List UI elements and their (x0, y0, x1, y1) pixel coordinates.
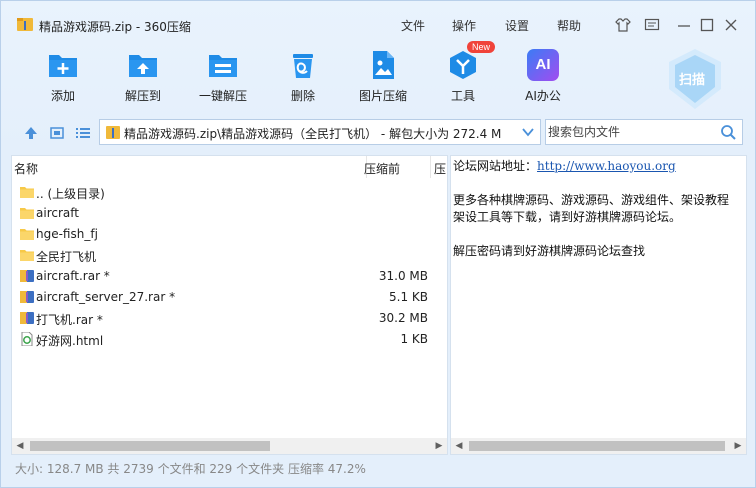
file-list-pane: 名称 压缩前 压 .. (上级目录) aircraft hge-fish_fj 全民打… (11, 155, 448, 455)
search-input[interactable] (546, 120, 716, 144)
column-header-name[interactable]: 名称 (14, 160, 38, 177)
column-separator[interactable] (430, 156, 431, 178)
new-badge: New (467, 41, 496, 53)
file-name: 打飞机.rar * (36, 313, 103, 327)
delete-button[interactable]: 删除 (273, 49, 333, 104)
archive-path: 精品游戏源码.zip\精品游戏源码（全民打飞机） - 解包大小为 272.4 M (124, 127, 502, 141)
forum-label: 论坛网站地址： (453, 159, 538, 173)
one-click-extract-label: 一键解压 (198, 89, 247, 103)
file-size: 5.1 KB (389, 290, 428, 304)
maximize-icon[interactable] (699, 17, 715, 33)
close-icon[interactable] (723, 17, 739, 33)
add-label: 添加 (50, 89, 75, 103)
column-header-compressed-size[interactable]: 压 (434, 160, 446, 177)
rar-archive-icon (20, 311, 34, 325)
image-compress-button[interactable]: 图片压缩 (353, 49, 413, 104)
one-click-extract-button[interactable]: 一键解压 (193, 49, 253, 104)
file-name: aircraft (36, 206, 79, 220)
scroll-right-icon[interactable]: ▶ (732, 440, 744, 452)
folder-row[interactable]: .. (上级目录) (16, 182, 436, 203)
search-box[interactable] (545, 119, 743, 145)
file-name: 好游网.html (36, 334, 104, 348)
tools-label: 工具 (450, 89, 475, 103)
address-bar[interactable]: 精品游戏源码.zip\精品游戏源码（全民打飞机） - 解包大小为 272.4 M (99, 119, 541, 145)
image-compress-icon (373, 51, 394, 79)
menu-operation[interactable]: 操作 (452, 17, 476, 34)
zip-archive-icon (17, 18, 33, 31)
file-name: aircraft.rar * (36, 269, 110, 283)
folder-icon (20, 206, 34, 220)
menu-help[interactable]: 帮助 (557, 17, 581, 34)
file-size: 1 KB (400, 332, 428, 346)
tools-icon (450, 51, 476, 79)
file-row[interactable]: aircraft_server_27.rar * 5.1 KB (16, 287, 436, 308)
chevron-down-icon[interactable] (522, 127, 534, 137)
skin-icon[interactable] (615, 17, 631, 33)
column-header-original-size[interactable]: 压缩前 (364, 160, 400, 177)
image-compress-label: 图片压缩 (358, 89, 407, 103)
status-bar-text: 大小: 128.7 MB 共 2739 个文件和 229 个文件夹 压缩率 47… (15, 462, 366, 476)
add-button[interactable]: 添加 (33, 49, 93, 104)
ai-office-icon: AI (527, 49, 559, 81)
one-click-extract-icon (209, 55, 237, 77)
file-name: aircraft_server_27.rar * (36, 290, 176, 304)
add-icon (49, 55, 77, 77)
readme-line-3: 架设工具等下载，请到好游棋牌源码论坛。 (453, 210, 682, 224)
file-row[interactable]: aircraft.rar * 31.0 MB (16, 266, 436, 287)
title-bar: 精品游戏源码.zip - 360压缩 文件 操作 设置 帮助 (1, 1, 755, 35)
zip-archive-icon (106, 126, 120, 139)
folder-icon (20, 248, 34, 262)
ai-office-button[interactable]: AI AI办公 (513, 49, 573, 104)
rar-archive-icon (20, 290, 34, 304)
folder-row[interactable]: 全民打飞机 (16, 245, 436, 266)
file-name: hge-fish_fj (36, 227, 98, 241)
file-size: 31.0 MB (378, 269, 428, 283)
thumbnail-view-icon[interactable] (49, 125, 65, 141)
folder-icon (20, 185, 34, 199)
file-name: .. (上级目录) (36, 187, 105, 201)
file-name: 全民打飞机 (36, 250, 97, 264)
readme-line-4: 解压密码请到好游棋牌源码论坛查找 (453, 244, 646, 258)
ai-office-label: AI办公 (525, 89, 561, 103)
extract-to-icon (129, 55, 157, 77)
ai-office-icon-text: AI (535, 56, 551, 73)
window-title: 精品游戏源码.zip - 360压缩 (39, 20, 191, 34)
file-row[interactable]: 打飞机.rar * 30.2 MB (16, 308, 436, 329)
up-arrow-icon[interactable] (23, 125, 39, 141)
scan-label: 扫描 (679, 73, 706, 88)
scroll-thumb[interactable] (30, 441, 270, 451)
html-file-icon (20, 331, 34, 347)
folder-row[interactable]: aircraft (16, 203, 436, 224)
preview-pane: 论坛网站地址：http://www.haoyou.org 更多各种棋牌源码、游戏… (450, 155, 747, 455)
scroll-left-icon[interactable]: ◀ (14, 440, 26, 452)
feedback-icon[interactable] (644, 17, 660, 33)
scroll-left-icon[interactable]: ◀ (453, 440, 465, 452)
list-view-icon[interactable] (75, 125, 91, 141)
readme-text: 论坛网站地址：http://www.haoyou.org 更多各种棋牌源码、游戏… (453, 158, 745, 260)
scroll-right-icon[interactable]: ▶ (433, 440, 445, 452)
horizontal-scrollbar[interactable]: ◀ ▶ (12, 438, 447, 454)
folder-row[interactable]: hge-fish_fj (16, 224, 436, 245)
delete-icon (293, 54, 313, 78)
search-icon[interactable] (720, 124, 736, 140)
menu-file[interactable]: 文件 (401, 17, 425, 34)
forum-link[interactable]: http://www.haoyou.org (537, 159, 676, 173)
file-size: 30.2 MB (378, 311, 428, 325)
extract-to-label: 解压到 (124, 89, 161, 103)
folder-icon (20, 227, 34, 241)
horizontal-scrollbar[interactable]: ◀ ▶ (451, 438, 746, 454)
file-row[interactable]: 好游网.html 1 KB (16, 329, 436, 350)
scan-button[interactable]: 扫描 (663, 47, 727, 111)
readme-line-2: 更多各种棋牌源码、游戏源码、游戏组件、架设教程 (453, 193, 730, 207)
app-window: 精品游戏源码.zip - 360压缩 文件 操作 设置 帮助 添加 解压到 一键… (0, 0, 756, 488)
rar-archive-icon (20, 269, 34, 283)
menu-settings[interactable]: 设置 (505, 17, 529, 34)
tools-button[interactable]: 工具 New (433, 41, 496, 104)
delete-label: 删除 (290, 89, 315, 103)
scroll-thumb[interactable] (469, 441, 725, 451)
extract-to-button[interactable]: 解压到 (113, 49, 173, 104)
minimize-icon[interactable] (676, 17, 692, 33)
